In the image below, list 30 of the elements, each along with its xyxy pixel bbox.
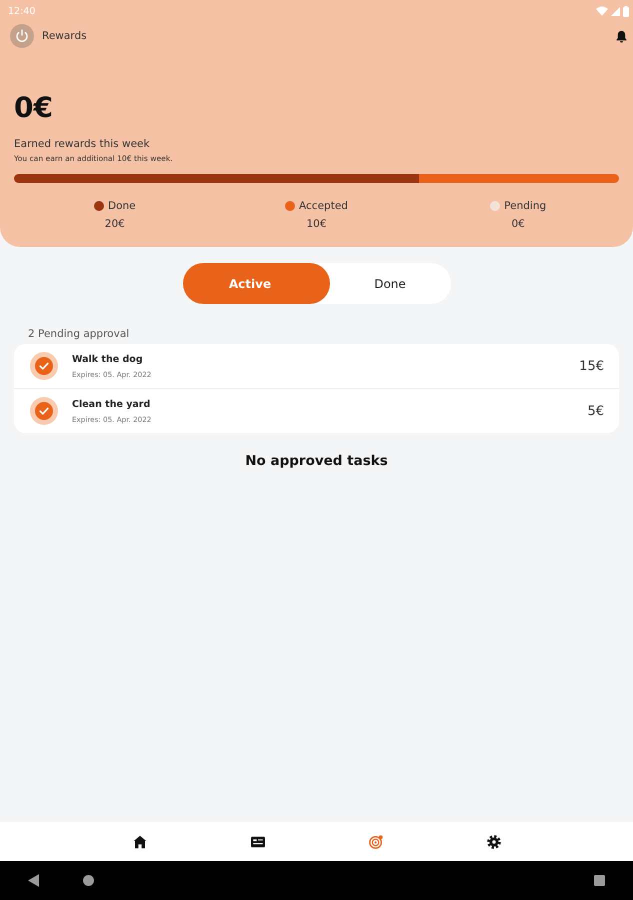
empty-message: No approved tasks (245, 453, 388, 469)
segment-tab[interactable]: Done (330, 263, 450, 304)
bell-icon[interactable] (616, 30, 627, 42)
status-time: 12:40 (8, 6, 36, 16)
legend-label: Accepted (299, 200, 348, 212)
signal-icon (611, 6, 620, 16)
legend-value: 10€ (306, 218, 327, 230)
back-icon[interactable] (28, 874, 39, 887)
legend-value: 20€ (104, 218, 125, 230)
task-amount: 15€ (579, 358, 604, 374)
header-title: Rewards (42, 30, 87, 42)
legend-label: Done (108, 200, 136, 212)
card-icon (250, 834, 264, 848)
reward-amount: 0€ (14, 92, 53, 124)
gear-icon (486, 834, 500, 848)
power-icon[interactable] (10, 24, 34, 48)
legend-label: Pending (504, 200, 546, 212)
check-icon[interactable] (30, 352, 58, 380)
legend-value: 0€ (511, 218, 525, 230)
task-title: Walk the dog (72, 354, 143, 364)
wifi-icon (596, 6, 608, 16)
section-heading: 2 Pending approval (28, 328, 130, 340)
summary-title: Earned rewards this week (14, 138, 150, 150)
task-amount: 5€ (587, 404, 604, 418)
task-title: Clean the yard (72, 398, 150, 410)
home-icon (132, 834, 146, 848)
battery-icon (623, 6, 629, 16)
home-circle-icon[interactable] (83, 875, 94, 886)
target-icon (368, 834, 382, 848)
check-icon[interactable] (30, 397, 58, 425)
